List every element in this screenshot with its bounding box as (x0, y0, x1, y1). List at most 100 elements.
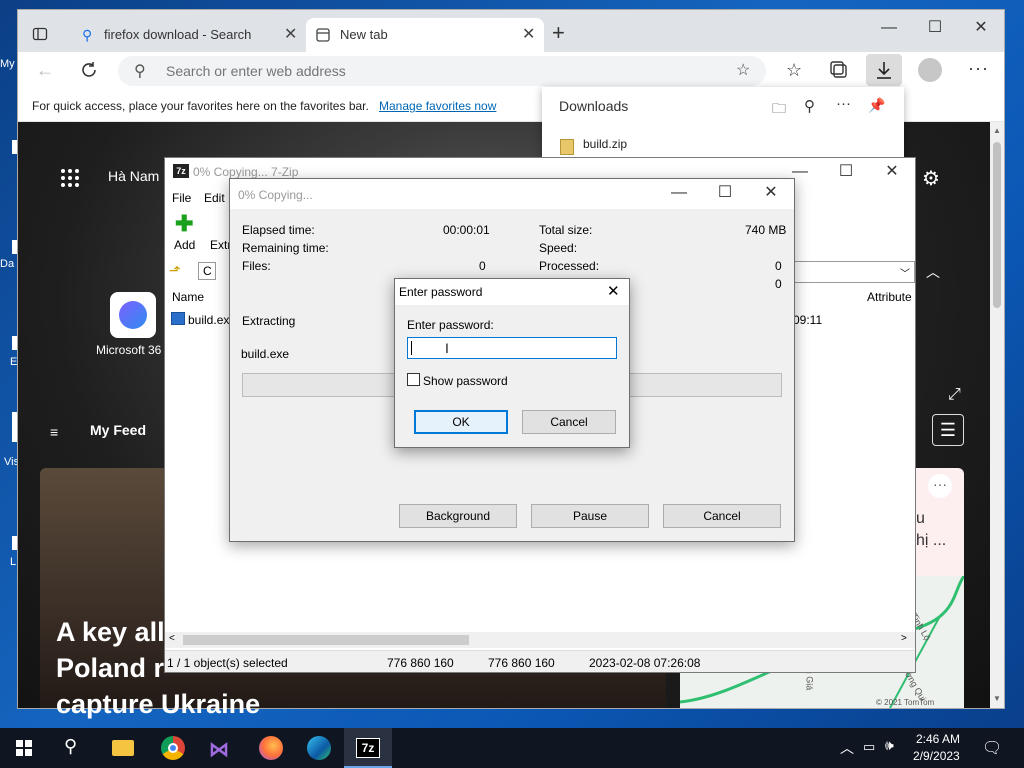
taskbar-firefox[interactable] (246, 728, 294, 768)
page-scrollbar[interactable]: ▲ ▼ (990, 122, 1004, 708)
path-dropdown[interactable]: ﹀ (785, 261, 915, 283)
more-icon[interactable]: ··· (836, 95, 851, 112)
cancel-button[interactable]: Cancel (663, 504, 781, 528)
taskbar-explorer[interactable] (98, 728, 146, 768)
column-attributes[interactable]: Attribute (867, 290, 912, 304)
status-selected: 1 / 1 object(s) selected (167, 656, 288, 670)
password-input[interactable] (407, 337, 617, 359)
folder-icon[interactable]: 🗀 (772, 98, 786, 122)
minimize-icon[interactable]: — (656, 179, 702, 207)
close-icon[interactable]: ✕ (284, 18, 297, 52)
desktop-icon-label[interactable]: Da (0, 258, 18, 270)
menu-edit[interactable]: Edit (204, 191, 225, 205)
close-window-icon[interactable]: ✕ (958, 14, 1004, 42)
desktop-icon-label[interactable]: My (0, 58, 18, 70)
path-box[interactable]: C (198, 262, 216, 280)
add-icon[interactable]: ✚ (175, 213, 193, 235)
minimize-icon[interactable]: — (866, 14, 912, 42)
chrome-icon (161, 736, 185, 760)
background-button[interactable]: Background (399, 504, 517, 528)
search-button[interactable]: ⚲ (48, 728, 96, 768)
address-input[interactable] (166, 61, 686, 81)
clock-date[interactable]: 2/9/2023 (913, 749, 960, 763)
dialog-titlebar[interactable]: Enter password ✕ (395, 279, 629, 305)
downloads-button[interactable] (866, 54, 902, 86)
menu-file[interactable]: File (172, 191, 191, 205)
show-password-label[interactable]: Show password (423, 374, 508, 388)
weather-location[interactable]: Hà Nam (108, 168, 159, 184)
start-button[interactable] (0, 728, 48, 768)
network-icon[interactable]: ▭ (863, 739, 875, 755)
close-window-icon[interactable]: ✕ (748, 179, 794, 207)
more-icon[interactable]: ··· (968, 58, 989, 79)
downloads-title: Downloads (559, 98, 629, 114)
profile-avatar[interactable] (918, 58, 942, 82)
processed-value: 0 (775, 259, 782, 273)
volume-icon[interactable]: 🕪 (885, 737, 894, 754)
7zip-icon: 7z (356, 738, 380, 758)
remaining-label: Remaining time: (242, 241, 329, 255)
column-name[interactable]: Name (172, 290, 204, 304)
back-icon[interactable]: ← (36, 60, 54, 81)
tab-search[interactable]: ⚲ firefox download - Search ✕ (70, 18, 302, 52)
search-icon: ⚲ (82, 27, 93, 43)
close-icon[interactable]: ✕ (522, 18, 535, 52)
apps-grid-icon[interactable] (60, 168, 80, 188)
microsoft365-icon (119, 301, 147, 329)
show-password-checkbox[interactable] (407, 373, 420, 386)
pause-button[interactable]: Pause (531, 504, 649, 528)
maximize-icon[interactable]: ☐ (823, 158, 869, 186)
scrollbar-thumb[interactable] (993, 142, 1001, 308)
taskbar-edge[interactable] (295, 728, 343, 768)
ok-button[interactable]: OK (414, 410, 508, 434)
collections-icon[interactable] (830, 61, 848, 79)
microsoft365-tile[interactable] (110, 292, 156, 338)
taskbar-chrome[interactable] (148, 728, 196, 768)
firefox-icon (259, 736, 283, 760)
add-favorite-icon[interactable]: ☆ (736, 60, 750, 80)
scroll-down-icon[interactable]: ▼ (993, 694, 1001, 703)
scroll-right-icon[interactable]: > (901, 633, 907, 644)
file-time: 09:11 (793, 313, 823, 327)
settings-icon[interactable]: ⚙ (922, 166, 940, 191)
maximize-icon[interactable]: ☐ (912, 14, 958, 42)
more-icon[interactable]: ··· (928, 474, 952, 498)
add-button-label[interactable]: Add (174, 238, 195, 252)
favorites-icon[interactable]: ☆ (786, 60, 802, 81)
close-icon[interactable]: ✕ (607, 282, 620, 300)
address-bar[interactable]: ⚲ ☆ (118, 56, 766, 86)
refresh-icon[interactable] (80, 61, 98, 79)
pin-icon[interactable]: 📌 (868, 97, 885, 114)
download-item-name[interactable]: build.zip (583, 137, 627, 151)
chevron-up-icon[interactable]: ︿ (926, 262, 940, 282)
scroll-up-icon[interactable]: ▲ (993, 126, 1001, 135)
visual-studio-icon: ⋈ (209, 739, 229, 761)
manage-favorites-link[interactable]: Manage favorites now (379, 93, 496, 119)
notifications-icon[interactable]: 🗨 (982, 738, 1002, 758)
chevron-up-icon[interactable]: ︿ (840, 738, 854, 758)
menu-icon[interactable]: ≡ (50, 424, 58, 440)
ibeam-cursor-icon: I (445, 340, 449, 356)
feed-label[interactable]: My Feed (90, 422, 146, 438)
search-icon[interactable]: ⚲ (804, 97, 815, 115)
clock-time[interactable]: 2:46 AM (916, 732, 960, 746)
tab-actions-icon[interactable] (32, 26, 48, 42)
status-modified: 2023-02-08 07:26:08 (589, 656, 701, 670)
cancel-button[interactable]: Cancel (522, 410, 616, 434)
download-icon (875, 60, 893, 80)
up-folder-icon[interactable]: ⬏ (169, 262, 187, 280)
taskbar-visual-studio[interactable]: ⋈ (197, 728, 245, 768)
close-window-icon[interactable]: ✕ (869, 158, 915, 186)
taskbar-7zip[interactable]: 7z (344, 728, 392, 768)
maximize-icon[interactable]: ☐ (702, 179, 748, 207)
horizontal-scrollbar[interactable]: < > (165, 632, 915, 648)
scrollbar-thumb[interactable] (183, 635, 469, 645)
tab-new-tab[interactable]: New tab ✕ (306, 18, 544, 52)
new-tab-plus-icon[interactable]: + (552, 20, 565, 46)
action-label: Extracting (242, 314, 296, 328)
expand-icon[interactable]: ⤢ (948, 386, 961, 404)
favorites-message: For quick access, place your favorites h… (32, 99, 369, 113)
list-view-icon[interactable]: ☰ (932, 414, 964, 446)
scroll-left-icon[interactable]: < (169, 633, 175, 644)
dialog-titlebar[interactable]: 0% Copying... — ☐ ✕ (230, 179, 794, 209)
